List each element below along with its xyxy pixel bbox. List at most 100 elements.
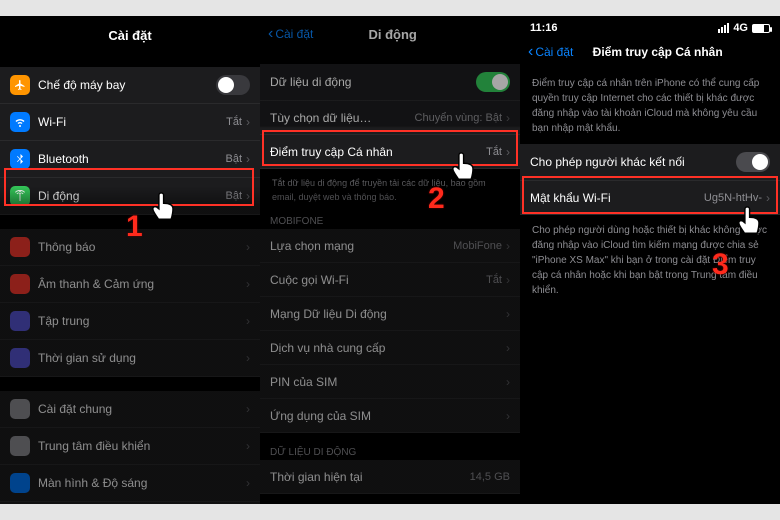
- chevron-right-icon: ›: [506, 409, 510, 423]
- row-value: Bật: [225, 190, 242, 202]
- row-label: Thời gian hiện tại: [270, 470, 470, 484]
- row-label: Cài đặt chung: [38, 402, 242, 416]
- chevron-left-icon: ‹: [528, 44, 533, 60]
- row-label: Âm thanh & Cảm ứng: [38, 277, 242, 291]
- row-bluetooth[interactable]: Bluetooth Bật ›: [0, 141, 260, 178]
- row-label: Mật khẩu Wi-Fi: [530, 191, 704, 205]
- moon-icon: [10, 311, 30, 331]
- chevron-right-icon: ›: [246, 115, 250, 129]
- row-label: Cho phép người khác kết nối: [530, 155, 736, 169]
- network-label: 4G: [733, 22, 748, 34]
- row-sounds[interactable]: Âm thanh & Cảm ứng ›: [0, 266, 260, 303]
- row-label: Wi-Fi: [38, 115, 226, 129]
- chevron-right-icon: ›: [246, 314, 250, 328]
- chevron-right-icon: ›: [246, 476, 250, 490]
- cellular-data-toggle[interactable]: [476, 72, 510, 92]
- row-label: Lựa chọn mạng: [270, 239, 453, 253]
- row-airplane-mode[interactable]: Chế độ máy bay: [0, 67, 260, 104]
- row-allow-others[interactable]: Cho phép người khác kết nối: [520, 144, 780, 181]
- row-carrier-services[interactable]: Dịch vụ nhà cung cấp ›: [260, 331, 520, 365]
- airplane-icon: [10, 75, 30, 95]
- chevron-right-icon: ›: [506, 273, 510, 287]
- chevron-right-icon: ›: [246, 402, 250, 416]
- section-header-usage: DỮ LIỆU DI ĐỘNG: [260, 443, 520, 460]
- row-cellular-network[interactable]: Mạng Dữ liệu Di động ›: [260, 297, 520, 331]
- row-value: MobiFone: [453, 240, 502, 252]
- row-wifi-calling[interactable]: Cuộc gọi Wi-Fi Tắt ›: [260, 263, 520, 297]
- footer-text: Cho phép người dùng hoặc thiết bị khác k…: [520, 215, 780, 306]
- row-data-options[interactable]: Tùy chọn dữ liệu… Chuyển vùng: Bật ›: [260, 101, 520, 135]
- row-label: Bluetooth: [38, 152, 225, 166]
- row-cellular[interactable]: Di động Bật ›: [0, 178, 260, 215]
- nav-bar: ‹Cài đặt Di động: [260, 16, 520, 50]
- row-label: Thông báo: [38, 240, 242, 254]
- chevron-right-icon: ›: [246, 277, 250, 291]
- wifi-icon: [10, 112, 30, 132]
- row-cellular-data[interactable]: Dữ liệu di động: [260, 64, 520, 101]
- pane-cellular: ‹Cài đặt Di động Dữ liệu di động Tùy chọ…: [260, 16, 520, 504]
- row-screentime[interactable]: Thời gian sử dụng ›: [0, 340, 260, 377]
- bell-icon: [10, 237, 30, 257]
- row-label: Cuộc gọi Wi-Fi: [270, 273, 486, 287]
- chevron-right-icon: ›: [506, 145, 510, 159]
- chevron-right-icon: ›: [246, 240, 250, 254]
- row-wifi[interactable]: Wi-Fi Tắt ›: [0, 104, 260, 141]
- row-value: 14,5 GB: [470, 471, 510, 483]
- row-label: Điểm truy cập Cá nhân: [270, 145, 486, 159]
- antenna-icon: [10, 186, 30, 206]
- page-title: Di động: [273, 27, 512, 42]
- chevron-right-icon: ›: [506, 239, 510, 253]
- chevron-right-icon: ›: [506, 111, 510, 125]
- chevron-right-icon: ›: [246, 189, 250, 203]
- row-focus[interactable]: Tập trung ›: [0, 303, 260, 340]
- row-personal-hotspot[interactable]: Điểm truy cập Cá nhân Tắt ›: [260, 135, 520, 169]
- sun-icon: [10, 473, 30, 493]
- row-value: Tắt: [486, 146, 502, 158]
- row-sim-pin[interactable]: PIN của SIM ›: [260, 365, 520, 399]
- section-description: Tắt dữ liệu di động để truyền tải các dữ…: [260, 169, 520, 212]
- row-network-selection[interactable]: Lựa chọn mạng MobiFone ›: [260, 229, 520, 263]
- row-label: Mạng Dữ liệu Di động: [270, 307, 502, 321]
- status-time: 11:16: [530, 22, 558, 34]
- row-value: Ug5N-htHv-: [704, 192, 762, 204]
- chevron-right-icon: ›: [506, 375, 510, 389]
- row-value: Tắt: [226, 116, 242, 128]
- intro-text: Điểm truy cập cá nhân trên iPhone có thể…: [520, 68, 780, 144]
- signal-icon: [718, 23, 729, 33]
- allow-others-toggle[interactable]: [736, 152, 770, 172]
- row-wifi-password[interactable]: Mật khẩu Wi-Fi Ug5N-htHv- ›: [520, 181, 780, 215]
- row-current-period[interactable]: Thời gian hiện tại 14,5 GB: [260, 460, 520, 494]
- sliders-icon: [10, 436, 30, 456]
- page-title: Điểm truy cập Cá nhân: [543, 45, 772, 59]
- speaker-icon: [10, 274, 30, 294]
- row-label: Di động: [38, 189, 225, 203]
- row-general[interactable]: Cài đặt chung ›: [0, 391, 260, 428]
- chevron-right-icon: ›: [506, 307, 510, 321]
- pane-personal-hotspot: 11:16 4G ‹Cài đặt Điểm truy cập Cá nhân …: [520, 16, 780, 504]
- row-label: Dữ liệu di động: [270, 75, 476, 89]
- status-bar: 11:16 4G: [520, 16, 780, 34]
- battery-icon: [752, 24, 770, 33]
- row-label: Dịch vụ nhà cung cấp: [270, 341, 502, 355]
- row-label: Thời gian sử dụng: [38, 351, 242, 365]
- chevron-right-icon: ›: [246, 152, 250, 166]
- row-homescreen[interactable]: Màn hình chính ›: [0, 502, 260, 504]
- row-value: Tắt: [486, 274, 502, 286]
- pane-settings-root: Cài đặt Chế độ máy bay Wi-Fi Tắt › Bluet…: [0, 16, 260, 504]
- page-title: Cài đặt: [0, 16, 260, 53]
- row-control-center[interactable]: Trung tâm điều khiển ›: [0, 428, 260, 465]
- row-sim-apps[interactable]: Ứng dụng của SIM ›: [260, 399, 520, 433]
- row-notifications[interactable]: Thông báo ›: [0, 229, 260, 266]
- section-header-carrier: MOBIFONE: [260, 212, 520, 229]
- chevron-right-icon: ›: [246, 439, 250, 453]
- chevron-right-icon: ›: [766, 191, 770, 205]
- airplane-toggle[interactable]: [216, 75, 250, 95]
- gear-icon: [10, 399, 30, 419]
- row-label: Tùy chọn dữ liệu…: [270, 111, 415, 125]
- row-display[interactable]: Màn hình & Độ sáng ›: [0, 465, 260, 502]
- chevron-right-icon: ›: [506, 341, 510, 355]
- chevron-right-icon: ›: [246, 351, 250, 365]
- row-label: Trung tâm điều khiển: [38, 439, 242, 453]
- bluetooth-icon: [10, 149, 30, 169]
- row-label: Màn hình & Độ sáng: [38, 476, 242, 490]
